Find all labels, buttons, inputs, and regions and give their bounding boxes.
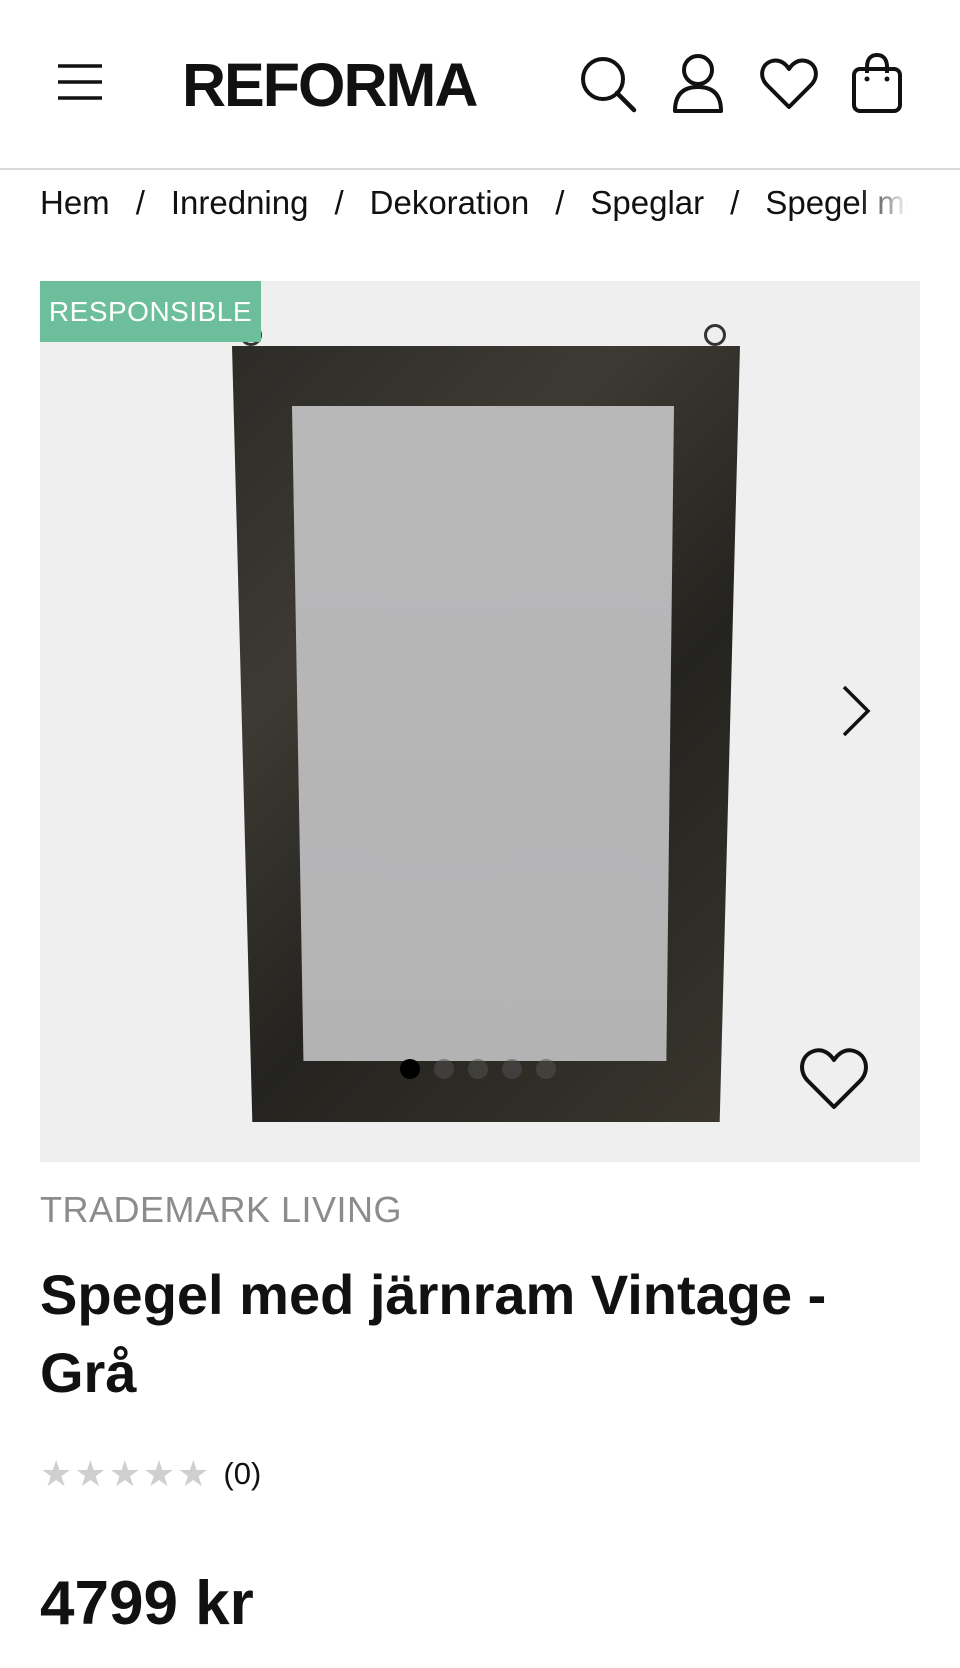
breadcrumb-separator: / [555, 184, 565, 221]
site-header: REFORMA [0, 0, 960, 170]
product-brand[interactable]: TRADEMARK LIVING [40, 1188, 402, 1232]
star-icon: ★ [108, 1453, 141, 1494]
heart-icon [800, 1048, 868, 1109]
wishlist-button[interactable] [758, 56, 820, 112]
cart-button[interactable] [850, 52, 904, 114]
product-price: 4799 kr [40, 1569, 254, 1638]
breadcrumb-fade [860, 178, 920, 228]
breadcrumb-separator: / [334, 184, 344, 221]
gallery-dot[interactable] [502, 1059, 522, 1079]
breadcrumb-separator: / [135, 184, 145, 221]
review-count: (0) [223, 1456, 262, 1491]
breadcrumb-item-speglar[interactable]: Speglar [590, 178, 704, 228]
account-icon [673, 54, 723, 113]
responsible-badge: RESPONSIBLE [40, 281, 261, 342]
star-icon: ★ [40, 1453, 73, 1494]
bag-icon [852, 53, 902, 113]
product-image-glass [292, 406, 674, 1061]
heart-icon [760, 58, 818, 109]
gallery-dot[interactable] [536, 1059, 556, 1079]
product-title: Spegel med järnram Vintage - Grå [40, 1263, 827, 1404]
next-image-button[interactable] [830, 681, 880, 741]
site-logo[interactable]: REFORMA [182, 50, 478, 120]
rating-stars: ★ ★ ★ ★ ★ [40, 1452, 209, 1496]
star-icon: ★ [74, 1453, 107, 1494]
star-icon: ★ [177, 1453, 210, 1494]
menu-icon [58, 64, 102, 100]
breadcrumb-item-dekoration[interactable]: Dekoration [370, 178, 530, 228]
gallery-dot[interactable] [400, 1059, 420, 1079]
breadcrumb-separator: / [730, 184, 740, 221]
account-button[interactable] [670, 52, 726, 114]
search-icon [581, 57, 637, 113]
product-image-gallery[interactable]: RESPONSIBLE [40, 281, 920, 1162]
mirror-hook [704, 324, 726, 346]
gallery-dot[interactable] [468, 1059, 488, 1079]
gallery-dot[interactable] [434, 1059, 454, 1079]
search-button[interactable] [578, 54, 638, 114]
gallery-pagination [400, 1057, 556, 1081]
menu-button[interactable] [54, 56, 106, 108]
star-icon: ★ [142, 1453, 176, 1494]
add-to-wishlist-button[interactable] [798, 1046, 870, 1112]
breadcrumb-item-hem[interactable]: Hem [40, 178, 110, 228]
product-rating[interactable]: ★ ★ ★ ★ ★ (0) [40, 1452, 261, 1496]
chevron-right-icon [842, 685, 871, 737]
breadcrumb: Hem / Inredning / Dekoration / Speglar / Spegel … [40, 178, 920, 228]
breadcrumb-item-inredning[interactable]: Inredning [171, 178, 309, 228]
